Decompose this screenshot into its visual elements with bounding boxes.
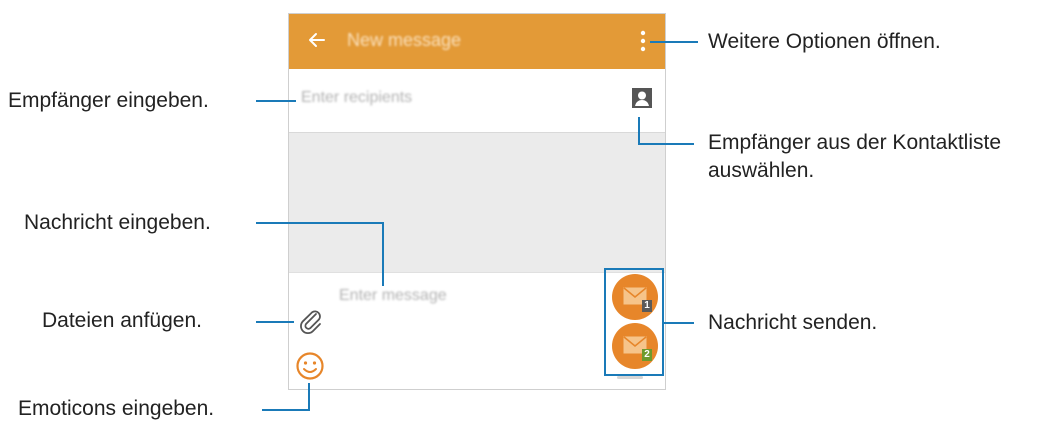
callout-line-emoticons-v: [308, 383, 310, 411]
recipients-input[interactable]: Enter recipients: [301, 89, 412, 107]
callout-line-send: [664, 322, 694, 324]
smiley-icon[interactable]: [295, 351, 325, 381]
callout-line-message-v: [382, 222, 384, 286]
callout-line-more: [650, 41, 698, 43]
recipients-row: Enter recipients: [289, 69, 665, 133]
page-title: New message: [347, 30, 462, 50]
callout-line-emoticons-h: [262, 409, 310, 411]
callout-line-contacts-h: [638, 143, 694, 145]
callout-enter-emoticons: Emoticons eingeben.: [18, 397, 215, 420]
message-input[interactable]: Enter message: [339, 287, 447, 305]
callout-contacts-line1: Empfänger aus der Kontaktliste: [708, 131, 1001, 154]
callout-line-attach: [256, 321, 294, 323]
callout-send-message: Nachricht senden.: [708, 311, 878, 334]
callout-contacts-line2: auswählen.: [708, 159, 815, 182]
callout-enter-recipients: Empfänger eingeben.: [8, 89, 209, 112]
callout-line-message-h: [256, 222, 384, 224]
send-buttons-highlight: [604, 268, 664, 376]
scroll-handle[interactable]: [617, 376, 643, 379]
callout-enter-message: Nachricht eingeben.: [24, 211, 211, 234]
callout-attach-files: Dateien anfügen.: [42, 309, 202, 332]
paperclip-icon[interactable]: [297, 307, 325, 335]
arrow-left-icon[interactable]: [305, 28, 329, 52]
callout-line-contacts-v: [638, 117, 640, 144]
app-bar: New message: [289, 14, 665, 69]
callout-more-options: Weitere Optionen öffnen.: [708, 30, 941, 53]
contact-icon[interactable]: [631, 87, 653, 109]
more-vertical-icon[interactable]: [635, 28, 651, 54]
callout-line-recipients: [256, 100, 296, 102]
